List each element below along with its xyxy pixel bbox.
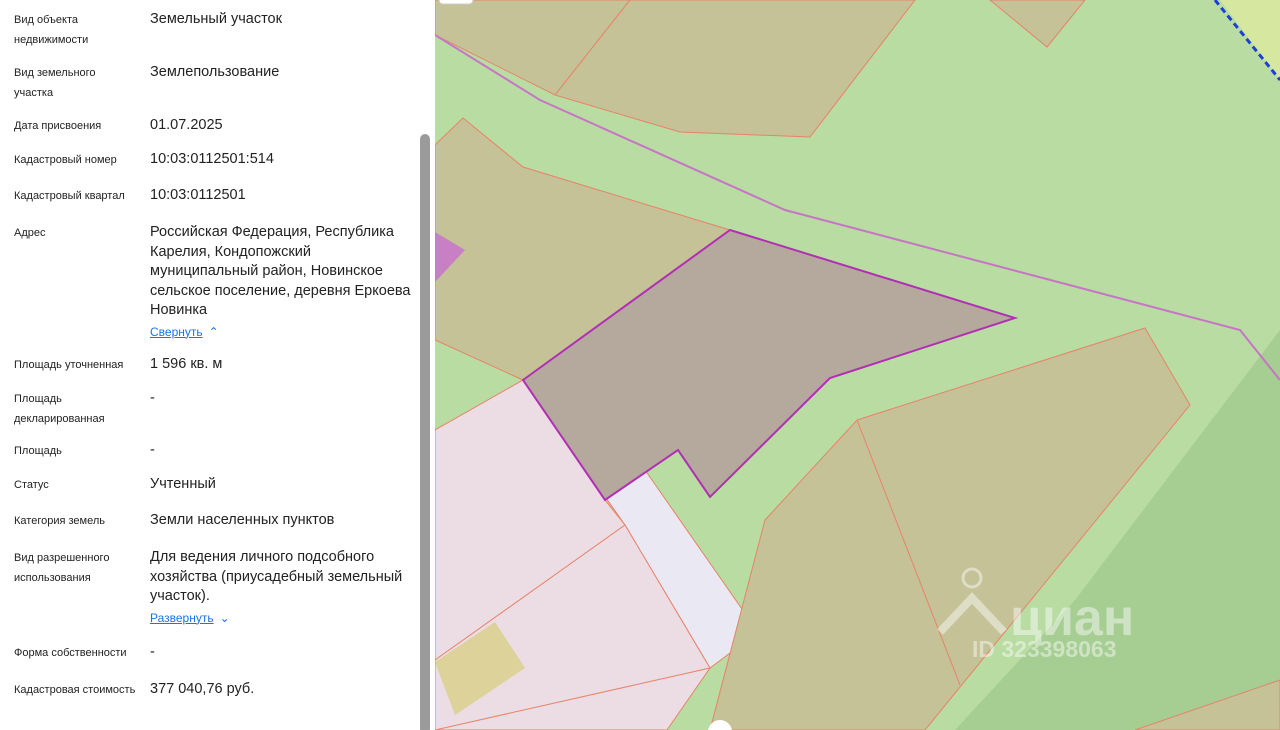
property-value: Для ведения личного подсобного хозяйства… [150, 548, 412, 628]
property-value: 01.07.2025 [150, 117, 223, 133]
property-label: Вид земельного участка [14, 67, 96, 99]
property-value: - [150, 390, 155, 406]
property-label: Форма собственности [14, 647, 127, 659]
property-label: Площадь [14, 445, 62, 457]
property-value: Земельный участок [150, 11, 282, 27]
map-canvas: циан ID 323398063 [435, 0, 1280, 730]
property-value: Учтенный [150, 476, 216, 492]
scrollbar-thumb[interactable] [420, 134, 430, 730]
property-label: Статус [14, 479, 49, 491]
cadastral-map[interactable]: циан ID 323398063 [435, 0, 1280, 730]
property-label: Кадастровая стоимость [14, 684, 136, 696]
collapse-link[interactable]: Свернуть [150, 323, 203, 343]
property-label: Категория земель [14, 515, 105, 527]
property-value: - [150, 644, 155, 660]
property-label: Адрес [14, 227, 46, 239]
property-label: Вид объекта недвижимости [14, 14, 89, 46]
property-label: Кадастровый номер [14, 154, 117, 166]
address-text: Российская Федерация, Республика Карелия… [150, 224, 411, 318]
property-value: Российская Федерация, Республика Карелия… [150, 223, 412, 342]
property-value: 377 040,76 руб. [150, 681, 255, 697]
property-label: Площадь уточненная [14, 359, 124, 371]
chevron-down-icon[interactable]: ⌄ [220, 609, 230, 629]
property-value: Землепользование [150, 64, 280, 80]
property-label: Кадастровый квартал [14, 190, 125, 202]
property-value: Земли населенных пунктов [150, 512, 335, 528]
permitted-use-text: Для ведения личного подсобного хозяйства… [150, 549, 403, 604]
property-value: 10:03:0112501 [150, 187, 246, 203]
property-label: Вид разрешенного использования [14, 552, 110, 584]
property-value: - [150, 442, 155, 458]
property-label: Площадь декларированная [14, 393, 105, 425]
watermark-id: ID 323398063 [972, 636, 1117, 662]
map-control[interactable] [438, 0, 474, 5]
property-value: 10:03:0112501:514 [150, 151, 274, 167]
property-value: 1 596 кв. м [150, 356, 223, 372]
chevron-up-icon[interactable]: ⌃ [209, 323, 219, 343]
expand-link[interactable]: Развернуть [150, 609, 214, 629]
property-label: Дата присвоения [14, 120, 102, 132]
property-details-panel: Вид объекта недвижимости Земельный участ… [0, 0, 435, 730]
